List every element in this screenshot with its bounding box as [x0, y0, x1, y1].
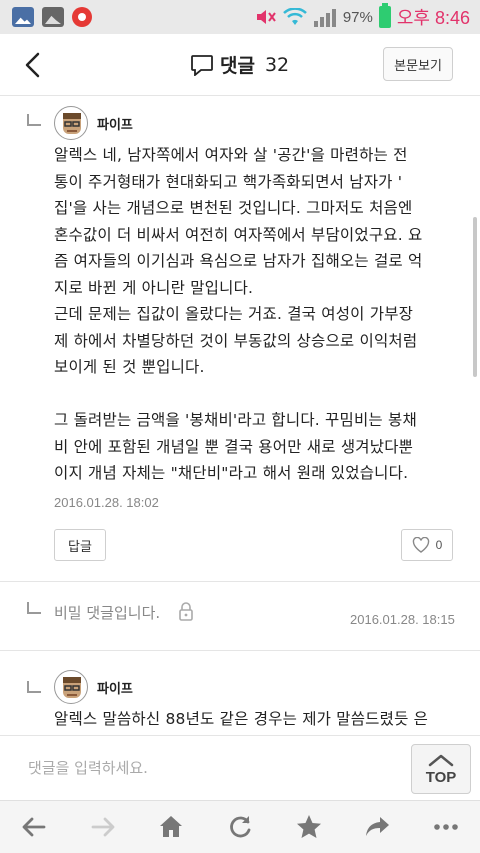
reply-indent-icon	[27, 681, 41, 693]
nav-share-button[interactable]	[357, 807, 397, 847]
nav-forward-button[interactable]	[83, 807, 123, 847]
comment-line: 비 안에 포함된 개념일 뿐 결국 용어만 새로 생겨났다뿐	[54, 437, 414, 456]
nav-refresh-button[interactable]	[220, 807, 260, 847]
avatar[interactable]	[54, 106, 88, 140]
comment-divider	[0, 650, 480, 651]
title-label: 댓글	[220, 55, 255, 77]
comment-line: 통이 주거형태가 현대화되고 핵가족화되면서 남자가 '	[54, 172, 403, 191]
avatar-face-icon	[63, 113, 81, 134]
nav-more-button[interactable]	[426, 807, 466, 847]
notification-icons	[0, 7, 92, 27]
comment-line-blank	[54, 381, 450, 408]
comment-line: 알렉스 네, 남자쪽에서 여자와 살 '공간'을 마련하는 전	[54, 146, 408, 164]
record-icon	[72, 7, 92, 27]
comment-input-bar: TOP	[0, 735, 480, 800]
scrollbar[interactable]	[473, 217, 477, 377]
comment-line: 그 돌려받는 금액을 '봉채비'라고 합니다. 꾸밈비는 봉채	[54, 411, 417, 429]
comment-line: 혼수값이 더 비싸서 여전히 여자쪽에서 부담이었구요. 요	[54, 225, 423, 244]
mute-icon	[256, 10, 276, 24]
browser-bottom-nav	[0, 800, 480, 853]
battery-icon	[378, 3, 391, 28]
reply-indent-icon	[27, 114, 41, 126]
like-count: 0	[435, 538, 443, 552]
comment-divider	[0, 581, 480, 582]
comment-line: 제 하에서 차별당하던 것이 부동값의 상승으로 이익처럼	[54, 331, 418, 350]
page-title: 댓글 32	[190, 51, 289, 78]
back-arrow-icon[interactable]	[18, 50, 48, 80]
scroll-top-button[interactable]: TOP	[411, 744, 471, 794]
bookmark-star-icon	[296, 815, 321, 838]
comment-body: 알렉스 네, 남자쪽에서 여자와 살 '공간'을 마련하는 전 통이 주거형태가…	[54, 142, 450, 487]
reply-indent-icon	[27, 602, 41, 614]
comment-line: 보이게 된 것 뿐입니다.	[54, 358, 205, 376]
comment-line: 이지 개념 자체는 "채단비"라고 해서 원래 있었습니다.	[54, 464, 409, 482]
wifi-icon	[282, 8, 307, 25]
comment-date: 2016.01.28. 18:15	[350, 612, 455, 627]
comment-count: 32	[264, 53, 290, 76]
comment-list: 파이프 알렉스 네, 남자쪽에서 여자와 살 '공간'을 마련하는 전 통이 주…	[0, 97, 480, 735]
chevron-up-icon	[428, 754, 454, 766]
view-original-button[interactable]: 본문보기	[383, 47, 453, 81]
system-icons: 97% 오후 8:46	[255, 0, 470, 34]
refresh-icon	[230, 816, 251, 838]
comment-bubble-icon	[191, 54, 213, 76]
like-button[interactable]: 0	[401, 529, 453, 561]
nav-home-button[interactable]	[151, 807, 191, 847]
clock: 오후 8:46	[396, 8, 470, 28]
avatar-face-icon	[63, 677, 81, 698]
top-label: TOP	[425, 768, 457, 786]
more-icon	[433, 824, 458, 830]
page-header: 댓글 32 본문보기	[0, 34, 480, 96]
gallery-icon	[12, 7, 34, 27]
comment-date: 2016.01.28. 18:02	[54, 495, 159, 510]
image-icon	[42, 7, 64, 27]
battery-percent: 97%	[342, 8, 373, 26]
comment-line: 근데 문제는 집값이 올랐다는 거죠. 결국 여성이 가부장	[54, 305, 414, 323]
lock-icon	[179, 602, 193, 621]
share-icon	[366, 817, 390, 836]
avatar[interactable]	[54, 670, 88, 704]
reply-button[interactable]: 답글	[54, 529, 106, 561]
comment-body: 알렉스 말씀하신 88년도 같은 경우는 제가 말씀드렸듯 은	[54, 706, 450, 733]
secret-comment-text: 비밀 댓글입니다.	[54, 604, 161, 622]
nav-back-button[interactable]	[14, 807, 54, 847]
home-icon	[160, 816, 183, 837]
comment-input[interactable]	[28, 754, 388, 782]
status-bar: 97% 오후 8:46	[0, 0, 480, 34]
heart-icon	[412, 537, 429, 553]
nav-bookmark-button[interactable]	[289, 807, 329, 847]
comment-author[interactable]: 파이프	[97, 114, 133, 133]
comment-line: 지로 바뀐 게 아니란 말입니다.	[54, 278, 254, 297]
comment-line: 알렉스 말씀하신 88년도 같은 경우는 제가 말씀드렸듯 은	[54, 710, 429, 728]
comment-author[interactable]: 파이프	[97, 678, 133, 697]
comment-line: 집'을 사는 개념으로 변천된 것입니다. 그마저도 처음엔	[54, 199, 413, 217]
comment-line: 즘 여자들의 이기심과 욕심으로 남자가 집해오는 걸로 억	[54, 252, 423, 270]
signal-icon	[313, 9, 336, 27]
back-icon	[22, 817, 46, 837]
forward-icon	[91, 817, 115, 837]
